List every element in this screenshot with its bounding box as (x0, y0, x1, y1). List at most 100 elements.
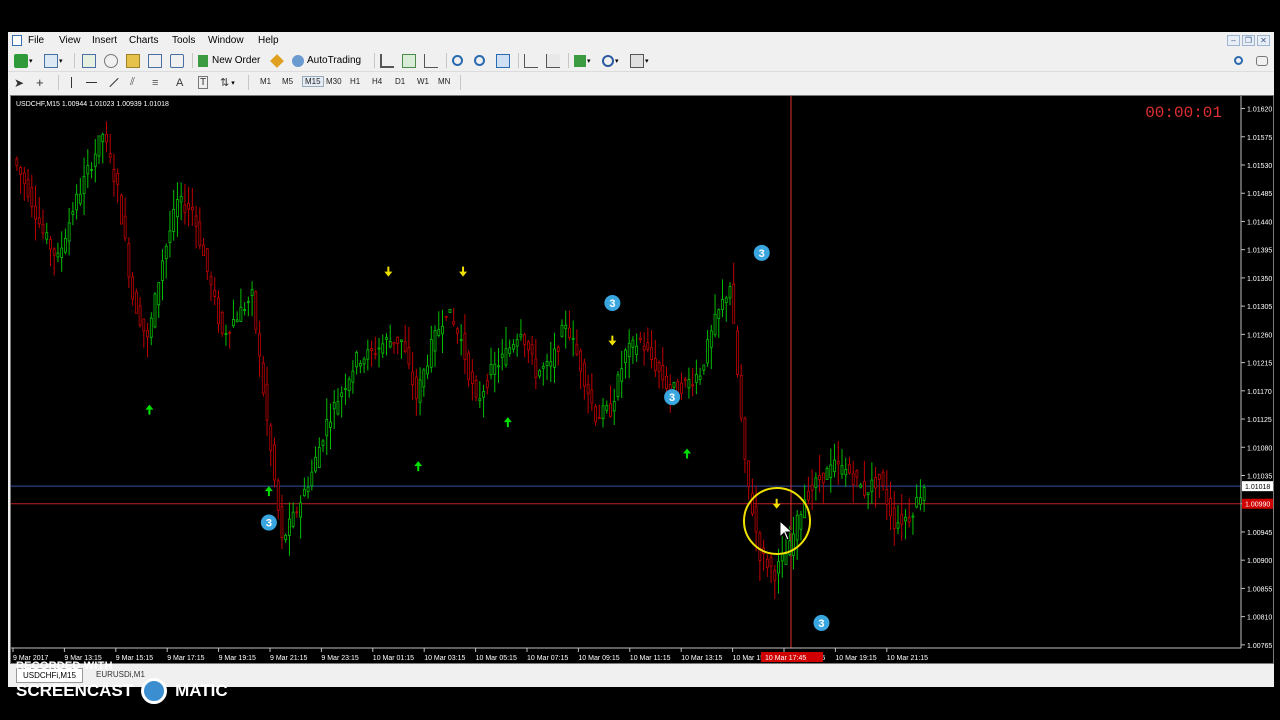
candle-body (463, 333, 467, 360)
timeframe-m30[interactable]: M30 (326, 77, 342, 86)
candle-body (672, 382, 676, 388)
candle-body (631, 339, 635, 348)
indicators-button[interactable]: ▾ (574, 53, 591, 68)
candle-body (291, 511, 295, 527)
data-window-button[interactable] (104, 53, 118, 68)
time-tick-label: 9 Mar 15:15 (116, 655, 153, 662)
zoom-in-button[interactable] (452, 53, 463, 68)
candle-body (482, 391, 485, 398)
horizontal-line-tool[interactable] (86, 75, 97, 90)
zoom-out-button[interactable] (474, 53, 485, 68)
minimize-icon[interactable]: – (1227, 35, 1240, 46)
bar-chart-button[interactable] (380, 53, 394, 68)
menu-tools[interactable]: Tools (172, 35, 195, 46)
close-icon[interactable]: ✕ (1257, 35, 1270, 46)
timeframe-m1[interactable]: M1 (260, 77, 271, 86)
candle-body (149, 317, 153, 338)
tile-windows-button[interactable] (496, 53, 510, 68)
candle-body (295, 511, 299, 514)
indicators-icon (574, 54, 586, 67)
restore-icon[interactable]: ❐ (1242, 35, 1255, 46)
search-button[interactable] (1234, 53, 1243, 68)
price-tick-label: 1.01170 (1247, 389, 1272, 396)
candle-body (601, 405, 605, 420)
timeframe-w1[interactable]: W1 (417, 77, 429, 86)
candle-body (829, 464, 833, 478)
candle-body (388, 340, 392, 348)
candle-body (112, 168, 116, 182)
chart-shift-button[interactable] (524, 53, 538, 68)
menu-help[interactable]: Help (258, 35, 279, 46)
candle-body (836, 460, 840, 465)
new-order-button[interactable]: New Order (198, 53, 260, 68)
auto-trading-button[interactable]: AutoTrading (292, 53, 361, 68)
price-chart[interactable]: 3 3 3 3 3 1.01620 1.01575 1.01530 1.01485 1.0144… (11, 96, 1274, 664)
timeframe-d1[interactable]: D1 (395, 77, 405, 86)
vertical-line-tool[interactable] (66, 75, 72, 90)
tester-icon (170, 53, 184, 68)
navigator-icon (126, 53, 140, 68)
trendline-tool[interactable] (108, 75, 120, 90)
price-tick-label: 1.01215 (1247, 361, 1272, 368)
timeframe-h1[interactable]: H1 (350, 77, 360, 86)
periods-button[interactable]: ▾ (602, 53, 619, 68)
price-tick-label: 1.00765 (1247, 643, 1272, 650)
templates-button[interactable]: ▾ (630, 53, 649, 68)
crosshair-tool[interactable]: + (36, 75, 44, 90)
menu-charts[interactable]: Charts (129, 35, 158, 46)
cursor-tool[interactable]: ➤ (14, 75, 24, 90)
market-watch-button[interactable] (82, 53, 96, 68)
candle-body (795, 514, 799, 541)
menu-insert[interactable]: Insert (92, 35, 117, 46)
timeframe-m5[interactable]: M5 (282, 77, 293, 86)
menu-view[interactable]: View (59, 35, 81, 46)
text-tool[interactable]: A (176, 75, 183, 90)
text-label-tool[interactable]: T (198, 75, 209, 90)
signal-badge-label: 3 (669, 392, 675, 404)
candle-body (64, 237, 67, 253)
menu-window[interactable]: Window (208, 35, 244, 46)
terminal-button[interactable] (148, 53, 162, 68)
text-icon: A (176, 76, 184, 89)
candle-body (627, 342, 631, 358)
tester-button[interactable] (170, 53, 184, 68)
signal-badge-label: 3 (818, 618, 824, 630)
candle-body (444, 315, 448, 318)
candle-body (232, 319, 235, 327)
fibonacci-tool[interactable]: ≡ (152, 75, 158, 90)
candle-body (556, 346, 560, 352)
candle-body (624, 349, 627, 364)
candle-body (22, 172, 26, 185)
menu-file[interactable]: File (28, 35, 44, 46)
equidistant-channel-tool[interactable]: ⫽ (130, 75, 135, 90)
screencast-logo-icon (141, 678, 168, 704)
navigator-button[interactable] (126, 53, 140, 68)
metaeditor-button[interactable] (270, 53, 284, 68)
new-chart-button[interactable]: ▾ (14, 53, 33, 68)
community-button[interactable] (1256, 53, 1268, 68)
candle-body (116, 173, 120, 185)
timeframe-mn[interactable]: MN (438, 77, 450, 86)
price-tick-label: 1.00810 (1247, 615, 1272, 622)
candle-body (276, 480, 280, 511)
candle-body (814, 477, 818, 488)
line-chart-button[interactable] (424, 53, 438, 68)
trendline-icon (109, 77, 119, 88)
timeframe-h4[interactable]: H4 (372, 77, 382, 86)
candle-body (806, 490, 810, 501)
arrows-tool[interactable]: ⇅ ▾ (220, 75, 235, 90)
candle-body (680, 382, 683, 394)
candle-body (653, 358, 657, 372)
candle-body (71, 211, 75, 215)
arrow-down-signal (772, 498, 781, 509)
candlestick-button[interactable] (402, 53, 416, 68)
profiles-button[interactable]: ▾ (44, 53, 63, 68)
chart-window[interactable]: 3 3 3 3 3 1.01620 1.01575 1.01530 1.01485 1.0144… (10, 95, 1274, 664)
timeframe-m15[interactable]: M15 (302, 76, 324, 87)
candle-body (75, 193, 79, 211)
candle-body (605, 404, 609, 411)
candle-body (392, 341, 396, 345)
auto-scroll-button[interactable] (546, 53, 560, 68)
candle-body (317, 447, 321, 469)
candle-body (665, 375, 668, 389)
